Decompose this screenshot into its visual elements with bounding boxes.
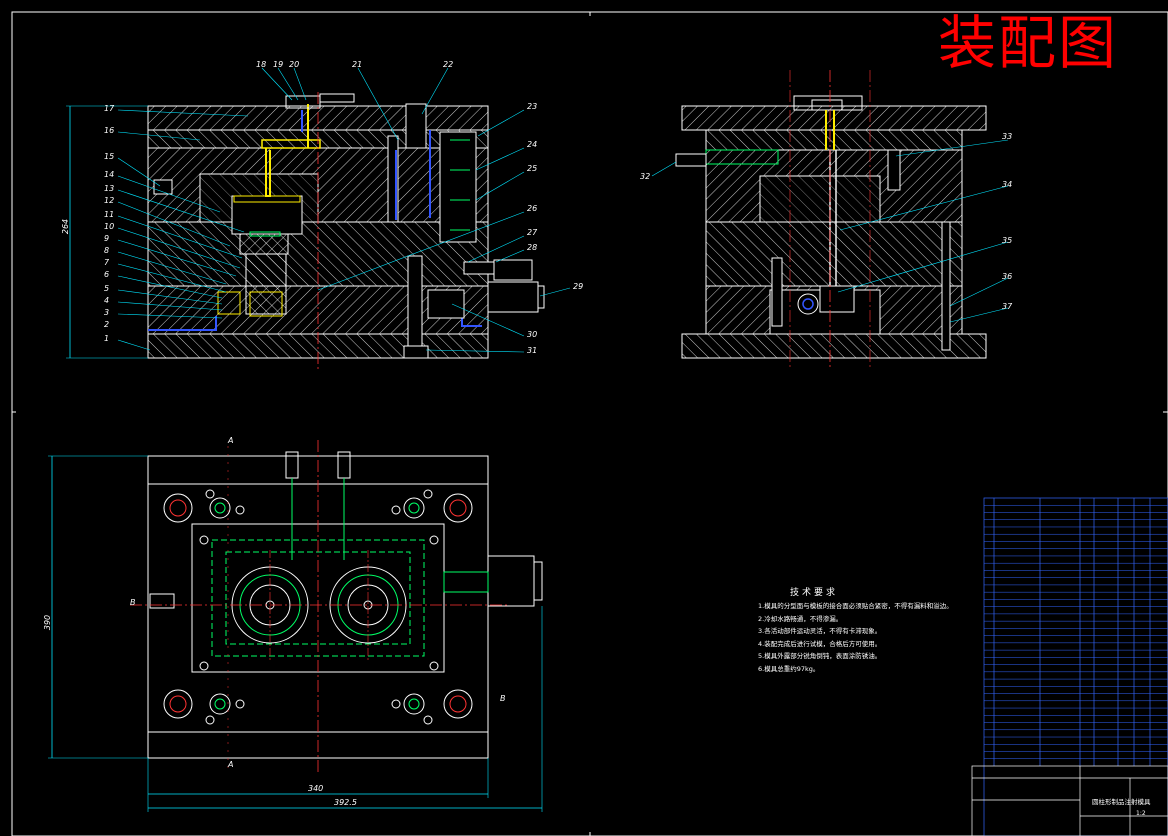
section-mark-a: A	[228, 760, 234, 769]
dim-height-plan: 390	[43, 614, 53, 631]
balloon: 6	[104, 270, 110, 279]
balloon: 27	[527, 228, 538, 237]
requirement-item: 3.各活动部件运动灵活，不得有卡滞现象。	[758, 627, 882, 635]
drawing-canvas: 装配图 18 19 20 21 22 23 24 25 26 27 28 29 …	[0, 0, 1168, 836]
balloon: 17	[104, 104, 115, 113]
balloon: 30	[527, 330, 538, 339]
dim-width-inner: 340	[308, 784, 324, 793]
balloon: 31	[527, 346, 538, 355]
tech-requirements-list: 1.模具的分型面与模板的接合面必须贴合紧密，不得有漏料和溢边。 2.冷却水路畅通…	[758, 600, 953, 675]
balloon: 36	[1002, 272, 1013, 281]
dim-width-outer: 392.5	[334, 798, 357, 807]
bom-rows	[984, 504, 1168, 760]
tech-requirements-heading: 技术要求	[790, 588, 839, 598]
balloon: 21	[352, 60, 363, 69]
requirement-item: 5.模具外露部分锐角倒钝，表面涂防锈油。	[758, 652, 882, 660]
balloon: 13	[104, 184, 115, 193]
balloon: 19	[273, 60, 284, 69]
section-mark-a: A	[228, 436, 234, 445]
balloon: 22	[443, 60, 454, 69]
balloon: 33	[1002, 132, 1013, 141]
balloon: 5	[104, 284, 110, 293]
side-section-view	[675, 70, 987, 370]
requirement-item: 2.冷却水路畅通，不得渗漏。	[758, 614, 843, 623]
balloon: 25	[527, 164, 538, 173]
balloon: 15	[104, 152, 115, 161]
balloon: 20	[289, 60, 300, 69]
balloon: 14	[104, 170, 115, 179]
balloon: 34	[1002, 180, 1013, 189]
requirement-item: 6.模具总重约97kg。	[758, 664, 820, 673]
balloon: 12	[104, 196, 115, 205]
section-mark-b: B	[130, 598, 136, 607]
balloon: 29	[573, 282, 584, 291]
balloon: 10	[104, 222, 115, 231]
requirement-item: 4.装配完成后进行试模，合格后方可使用。	[758, 639, 882, 648]
balloon: 2	[104, 320, 110, 329]
balloon: 32	[640, 172, 651, 181]
requirement-item: 1.模具的分型面与模板的接合面必须贴合紧密，不得有漏料和溢边。	[758, 602, 953, 610]
balloon: 35	[1002, 236, 1013, 245]
balloon: 1	[104, 334, 110, 343]
balloon: 37	[1002, 302, 1013, 311]
drawing-title: 装配图	[938, 9, 1119, 77]
title-block-drawing-name: 圆柱形制品注射模具	[1092, 798, 1151, 806]
balloon: 7	[104, 258, 110, 267]
balloon: 8	[104, 246, 110, 255]
title-block-scale: 1:2	[1136, 810, 1146, 817]
balloon: 24	[527, 140, 538, 149]
cad-drawing	[11, 11, 1168, 836]
balloon: 11	[104, 210, 115, 219]
balloon: 3	[104, 308, 110, 317]
dim-height-main: 264	[61, 218, 71, 235]
balloon: 23	[527, 102, 538, 111]
balloon: 16	[104, 126, 115, 135]
plan-view	[48, 440, 543, 812]
balloon: 4	[104, 296, 110, 305]
balloon: 9	[104, 234, 110, 243]
section-mark-b: B	[500, 694, 506, 703]
balloon: 28	[527, 243, 538, 252]
balloon: 26	[527, 204, 538, 213]
balloon: 18	[256, 60, 267, 69]
